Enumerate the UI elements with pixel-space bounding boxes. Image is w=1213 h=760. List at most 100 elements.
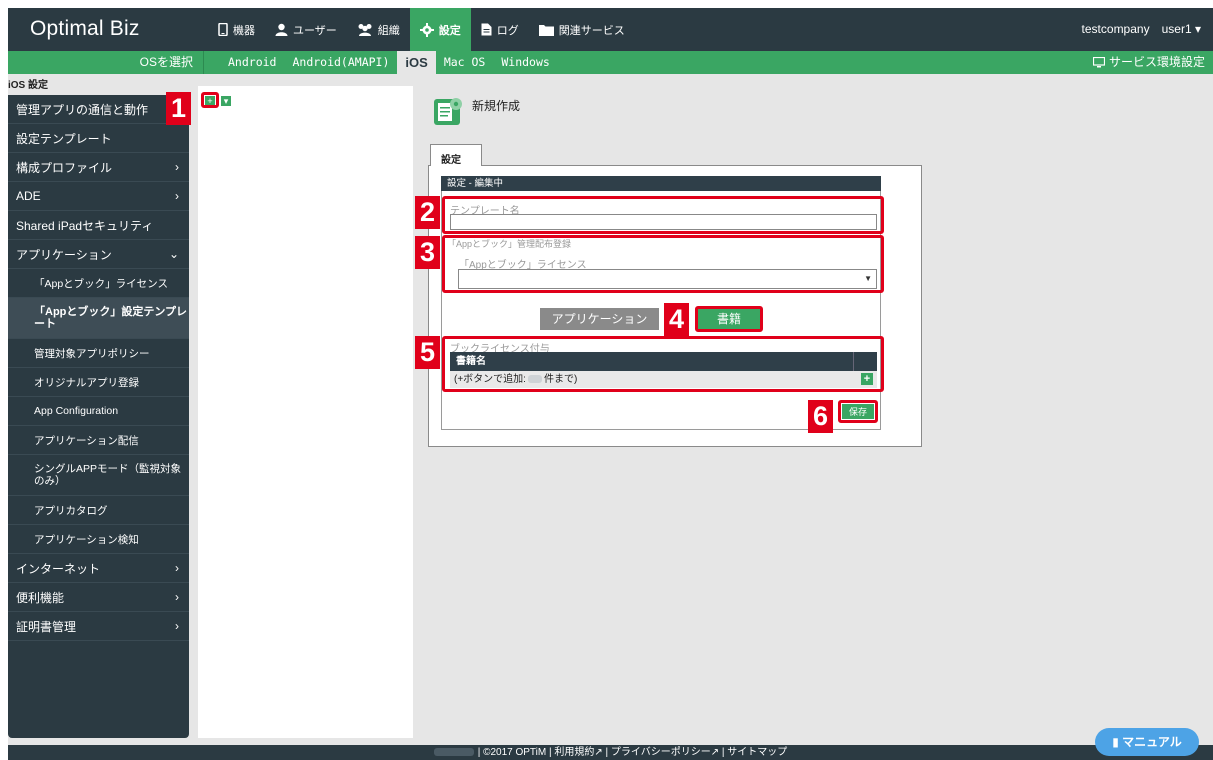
callout-number-2: 2 — [415, 196, 440, 229]
sidebar-item-label: アプリケーション — [16, 247, 112, 262]
save-button[interactable]: 保存 — [841, 403, 875, 420]
license-select[interactable]: ▼ — [458, 269, 877, 289]
service-settings-label: サービス環境設定 — [1108, 55, 1205, 69]
redacted-count — [527, 375, 542, 384]
sitemap-link[interactable]: サイトマップ — [727, 747, 787, 758]
smartphone-icon — [218, 23, 228, 36]
segment-application-button[interactable]: アプリケーション — [540, 308, 659, 330]
sidebar-item-ade[interactable]: ADE › — [8, 182, 189, 211]
book-name-column: 書籍名 — [456, 356, 486, 367]
chevron-down-icon: ⌄ — [168, 247, 179, 261]
chevron-right-icon: › — [175, 590, 179, 604]
os-tab-windows[interactable]: Windows — [493, 51, 557, 74]
redacted-footer-text — [433, 748, 474, 757]
form-header: 設定 - 編集中 — [441, 176, 881, 191]
sidebar-subitem-single-app-mode[interactable]: シングルAPPモード（監視対象のみ） — [8, 455, 189, 496]
os-tab-android-amapi[interactable]: Android(AMAPI) — [284, 51, 397, 74]
user-icon — [275, 23, 288, 36]
tree-add-button[interactable]: + — [205, 96, 215, 106]
sidebar-subitem-managed-app-policy[interactable]: 管理対象アプリポリシー — [8, 339, 189, 368]
action-column — [853, 352, 877, 371]
dropdown-arrow-icon: ▼ — [864, 274, 872, 283]
terms-label: 利用規約 — [554, 747, 595, 758]
sidebar-subitem-original-app[interactable]: オリジナルアプリ登録 — [8, 368, 189, 397]
book-table: 書籍名 (+ボタンで追加: 件まで) + — [450, 352, 877, 388]
sidebar-subitem-app-distribution[interactable]: アプリケーション配信 — [8, 426, 189, 455]
footer: | ©2017 OPTiM | 利用規約↗ | プライバシーポリシー↗ | サイ… — [8, 745, 1213, 760]
nav-related-services-label: 関連サービス — [558, 24, 625, 37]
os-tab-ios[interactable]: iOS — [397, 51, 436, 74]
book-icon: ▮ — [1112, 735, 1119, 749]
segment-book-button[interactable]: 書籍 — [697, 308, 761, 330]
sidebar-item-internet[interactable]: インターネット › — [8, 554, 189, 583]
nav-devices-label: 機器 — [233, 24, 255, 37]
sidebar-item-label: インターネット — [16, 561, 101, 576]
nav-logs[interactable]: ログ — [471, 8, 529, 51]
sidebar-item-label: ADE — [16, 189, 41, 203]
privacy-label: プライバシーポリシー — [610, 747, 711, 758]
tab-settings[interactable]: 設定 — [430, 144, 482, 166]
chevron-right-icon: › — [175, 189, 179, 203]
manual-label: マニュアル — [1122, 735, 1182, 749]
folder-icon — [538, 24, 554, 36]
nav-devices[interactable]: 機器 — [208, 8, 265, 51]
tree-panel — [198, 86, 413, 738]
privacy-link[interactable]: プライバシーポリシー↗ — [611, 747, 719, 758]
sidebar-item-label: 証明書管理 — [16, 619, 77, 634]
sidebar-item-certificates[interactable]: 証明書管理 › — [8, 612, 189, 641]
book-table-header: 書籍名 — [450, 352, 877, 371]
sidebar-item-label: 便利機能 — [16, 590, 65, 605]
os-select-button[interactable]: OSを選択 — [8, 51, 204, 74]
company-name[interactable]: testcompany — [1082, 22, 1150, 36]
tree-menu-button[interactable]: ▾ — [221, 96, 231, 106]
nav-users-label: ユーザー — [293, 24, 337, 37]
sidebar-item-config-profile[interactable]: 構成プロファイル › — [8, 153, 189, 182]
sidebar-subitem-vpp-license[interactable]: 「Appとブック」ライセンス — [8, 269, 189, 298]
terms-link[interactable]: 利用規約↗ — [554, 747, 602, 758]
sidebar-item-label: 設定テンプレート — [16, 131, 112, 146]
os-tabs: Android Android(AMAPI) iOS Mac OS Window… — [220, 51, 558, 74]
nav-settings[interactable]: 設定 — [409, 8, 471, 51]
os-tab-android[interactable]: Android — [220, 51, 284, 74]
sidebar-item-applications[interactable]: アプリケーション ⌄ — [8, 240, 189, 269]
sidebar-subitem-app-detection[interactable]: アプリケーション検知 — [8, 525, 189, 554]
callout-number-3: 3 — [415, 236, 440, 269]
brand-logo[interactable]: Optimal Biz — [30, 17, 140, 41]
add-book-button[interactable]: + — [861, 373, 873, 385]
chevron-right-icon: › — [175, 160, 179, 174]
callout-number-6: 6 — [808, 400, 833, 433]
chevron-down-icon: ▾ — [1194, 22, 1201, 36]
os-tab-macos[interactable]: Mac OS — [436, 51, 494, 74]
document-icon — [481, 23, 492, 36]
user-name: user1 — [1161, 22, 1192, 36]
sidebar-item-shared-ipad[interactable]: Shared iPadセキュリティ — [8, 211, 189, 240]
template-name-input[interactable] — [450, 214, 877, 230]
nav-users[interactable]: ユーザー — [265, 8, 347, 51]
sidebar: 管理アプリの通信と動作 設定テンプレート 構成プロファイル › ADE › Shar… — [8, 95, 189, 738]
book-row-prefix: (+ボタンで追加: — [454, 374, 526, 385]
book-row-suffix: 件まで) — [543, 374, 578, 385]
callout-number-5: 5 — [415, 336, 440, 369]
callout-number-4: 4 — [664, 303, 689, 336]
user-menu[interactable]: user1 ▾ — [1162, 22, 1201, 36]
group-icon — [358, 24, 372, 36]
nav-organization-label: 組織 — [377, 24, 400, 37]
top-nav: 機器 ユーザー 組織 設定 ログ 関連サービス — [208, 8, 635, 51]
sidebar-item-settings-template[interactable]: 設定テンプレート — [8, 124, 189, 153]
service-settings-link[interactable]: サービス環境設定 — [1092, 51, 1205, 74]
monitor-icon — [1092, 57, 1105, 68]
chevron-right-icon: › — [175, 619, 179, 633]
chevron-right-icon: › — [175, 561, 179, 575]
sidebar-subitem-app-catalog[interactable]: アプリカタログ — [8, 496, 189, 525]
table-row: (+ボタンで追加: 件まで) + — [450, 371, 877, 388]
page-title: 新規作成 — [472, 99, 521, 113]
sidebar-title: iOS 設定 — [8, 80, 49, 91]
manual-button[interactable]: ▮ マニュアル — [1095, 728, 1199, 756]
os-bar: OSを選択 Android Android(AMAPI) iOS Mac OS … — [8, 51, 1213, 74]
sidebar-subitem-vpp-template[interactable]: 「Appとブック」設定テンプレート — [8, 298, 189, 339]
nav-organization[interactable]: 組織 — [347, 8, 410, 51]
sidebar-subitem-app-configuration[interactable]: App Configuration — [8, 397, 189, 426]
nav-related-services[interactable]: 関連サービス — [529, 8, 635, 51]
sidebar-item-utilities[interactable]: 便利機能 › — [8, 583, 189, 612]
sidebar-item-app-communication[interactable]: 管理アプリの通信と動作 — [8, 95, 189, 124]
